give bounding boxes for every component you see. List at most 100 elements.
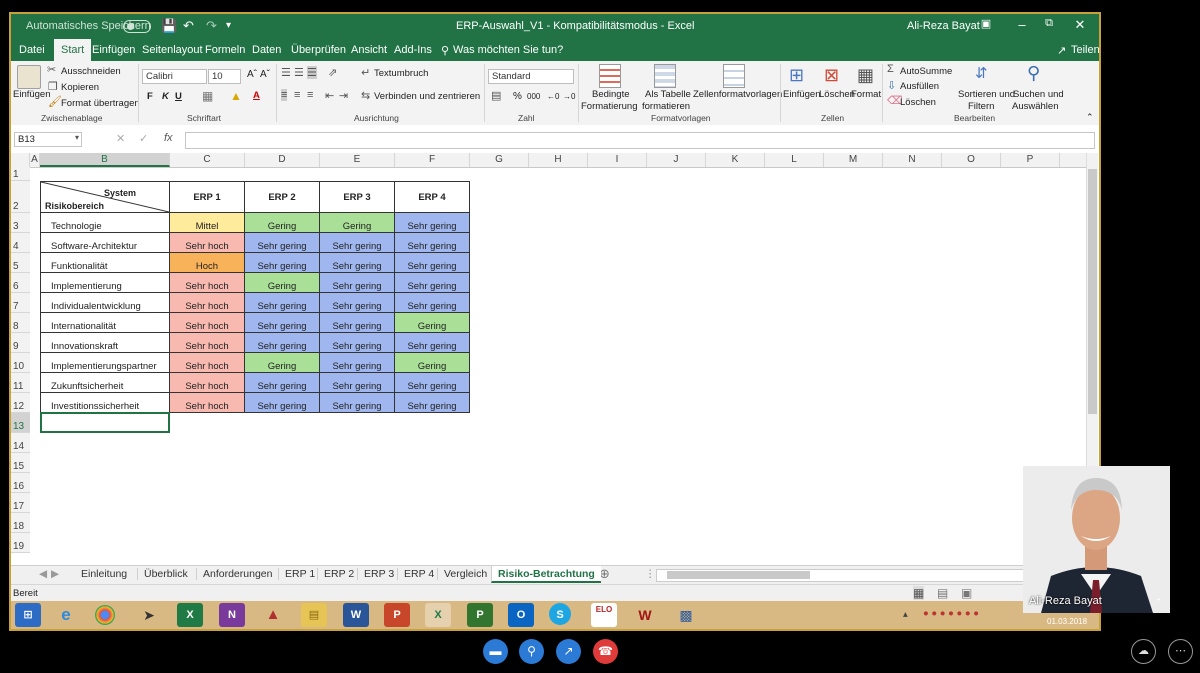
fill-button[interactable]: Ausfüllen bbox=[900, 81, 939, 92]
row-header-14[interactable]: 14 bbox=[11, 433, 30, 453]
find-select-icon[interactable]: ⚲ bbox=[1027, 63, 1040, 84]
risk-rating-cell[interactable]: Sehr gering bbox=[394, 372, 470, 393]
align-center-icon[interactable]: ≡ bbox=[294, 89, 300, 101]
tab-datei[interactable]: Datei bbox=[19, 44, 45, 56]
row-header-11[interactable]: 11 bbox=[11, 373, 30, 393]
risk-rating-cell[interactable]: Sehr hoch bbox=[169, 292, 245, 313]
tab-formeln[interactable]: Formeln bbox=[205, 44, 245, 56]
internet-explorer-icon[interactable]: e bbox=[53, 603, 79, 627]
microphone-button[interactable]: ⚲ bbox=[519, 639, 544, 664]
conditional-formatting-label-2[interactable]: Formatierung bbox=[581, 101, 638, 112]
sort-filter-label-1[interactable]: Sortieren und bbox=[958, 89, 1015, 100]
risk-rating-cell[interactable]: Sehr gering bbox=[244, 232, 320, 253]
sheet-tab-überblick[interactable]: Überblick bbox=[137, 568, 194, 580]
tray-overflow-icon[interactable]: ▴ bbox=[903, 609, 908, 620]
italic-button[interactable]: K bbox=[162, 91, 169, 102]
row-header-2[interactable]: 2 bbox=[11, 181, 30, 213]
column-header-o[interactable]: O bbox=[942, 153, 1001, 167]
risk-rating-cell[interactable]: Gering bbox=[319, 212, 395, 233]
risk-area-cell[interactable]: Investitionssicherheit bbox=[40, 392, 170, 413]
formula-input[interactable] bbox=[185, 132, 1095, 149]
fill-icon[interactable]: ⇩ bbox=[887, 79, 896, 92]
number-format-select[interactable]: Standard bbox=[488, 69, 574, 84]
column-header-g[interactable]: G bbox=[470, 153, 529, 167]
risk-area-cell[interactable]: Implementierungspartner bbox=[40, 352, 170, 373]
share-screen-button[interactable]: ↗ bbox=[556, 639, 581, 664]
tab-split-handle[interactable]: ⋮ bbox=[645, 568, 656, 580]
column-header-c[interactable]: C bbox=[170, 153, 245, 167]
risk-area-cell[interactable]: Funktionalität bbox=[40, 252, 170, 273]
decrease-indent-icon[interactable]: ⇤ bbox=[325, 89, 334, 102]
end-call-button[interactable]: ☎ bbox=[593, 639, 618, 664]
risk-rating-cell[interactable]: Sehr gering bbox=[319, 272, 395, 293]
row-header-4[interactable]: 4 bbox=[11, 233, 30, 253]
underline-button[interactable]: U bbox=[175, 91, 182, 102]
column-header-a[interactable]: A bbox=[30, 153, 40, 167]
outlook-icon[interactable]: O bbox=[508, 603, 534, 627]
participant-options-icon[interactable]: ⌃ bbox=[1155, 597, 1163, 608]
tab-einfuegen[interactable]: Einfügen bbox=[92, 44, 135, 56]
tab-ansicht[interactable]: Ansicht bbox=[351, 44, 387, 56]
font-color-icon[interactable]: A bbox=[253, 90, 260, 101]
sheet-tab-anforderungen[interactable]: Anforderungen bbox=[196, 568, 278, 580]
save-icon[interactable]: 💾 bbox=[161, 18, 177, 34]
column-header-i[interactable]: I bbox=[588, 153, 647, 167]
wrap-text-icon[interactable]: ↵ bbox=[361, 66, 370, 79]
selected-cell-b13[interactable] bbox=[40, 412, 170, 433]
adobe-icon[interactable]: W bbox=[632, 603, 658, 627]
risk-rating-cell[interactable]: Sehr gering bbox=[244, 372, 320, 393]
tab-seitenlayout[interactable]: Seitenlayout bbox=[142, 44, 203, 56]
cut-icon[interactable]: ✂ bbox=[47, 63, 56, 76]
borders-icon[interactable]: ▦ bbox=[202, 89, 213, 103]
risk-area-cell[interactable]: Individualentwicklung bbox=[40, 292, 170, 313]
merge-center-button[interactable]: Verbinden und zentrieren bbox=[374, 91, 480, 102]
normal-view-icon[interactable]: ▦ bbox=[913, 586, 925, 600]
camera-button[interactable]: ▬ bbox=[483, 639, 508, 664]
row-header-12[interactable]: 12 bbox=[11, 393, 30, 413]
column-header-m[interactable]: M bbox=[824, 153, 883, 167]
windows-start-icon[interactable]: ⊞ bbox=[15, 603, 41, 627]
percent-button[interactable]: % bbox=[513, 91, 522, 102]
row-header-5[interactable]: 5 bbox=[11, 253, 30, 273]
format-painter-button[interactable]: Format übertragen bbox=[61, 98, 140, 109]
risk-rating-cell[interactable]: Gering bbox=[244, 352, 320, 373]
row-header-10[interactable]: 10 bbox=[11, 353, 30, 373]
align-bottom-icon[interactable]: ☰ bbox=[307, 66, 317, 79]
find-select-label-2[interactable]: Auswählen bbox=[1012, 101, 1058, 112]
risk-rating-cell[interactable]: Sehr hoch bbox=[169, 372, 245, 393]
erp-header-cell[interactable]: ERP 3 bbox=[319, 181, 395, 213]
vertical-scroll-thumb[interactable] bbox=[1088, 169, 1097, 414]
row-header-13[interactable]: 13 bbox=[11, 413, 30, 433]
accounting-format-icon[interactable]: ▤ bbox=[491, 89, 501, 102]
restore-icon[interactable]: ⧉ bbox=[1038, 17, 1060, 30]
page-break-view-icon[interactable]: ▣ bbox=[961, 586, 972, 600]
copy-icon[interactable]: ❐ bbox=[48, 80, 58, 93]
file-explorer-icon[interactable]: ▤ bbox=[301, 603, 327, 627]
column-header-k[interactable]: K bbox=[706, 153, 765, 167]
risk-rating-cell[interactable]: Sehr gering bbox=[244, 332, 320, 353]
row-header-19[interactable]: 19 bbox=[11, 533, 30, 553]
tell-me-search[interactable]: Was möchten Sie tun? bbox=[453, 44, 563, 56]
risk-rating-cell[interactable]: Sehr gering bbox=[319, 252, 395, 273]
increase-decimal-icon[interactable]: ←0 bbox=[547, 92, 559, 101]
sort-filter-label-2[interactable]: Filtern bbox=[968, 101, 994, 112]
merge-center-icon[interactable]: ⇆ bbox=[361, 89, 370, 102]
excel-icon[interactable]: X bbox=[177, 603, 203, 627]
font-size-select[interactable]: 10 bbox=[208, 69, 241, 84]
format-cells-icon[interactable]: ▦ bbox=[857, 65, 874, 86]
onenote-icon[interactable]: N bbox=[219, 603, 245, 627]
risk-rating-cell[interactable]: Mittel bbox=[169, 212, 245, 233]
column-header-p[interactable]: P bbox=[1001, 153, 1060, 167]
customize-quick-access-icon[interactable]: ▾ bbox=[226, 20, 231, 31]
account-name[interactable]: Ali-Reza Bayat bbox=[907, 20, 980, 32]
risk-rating-cell[interactable]: Hoch bbox=[169, 252, 245, 273]
risk-rating-cell[interactable]: Sehr gering bbox=[394, 212, 470, 233]
call-options-icon[interactable]: ☁ bbox=[1131, 639, 1156, 664]
risk-rating-cell[interactable]: Sehr hoch bbox=[169, 352, 245, 373]
redo-icon[interactable]: ↷ bbox=[206, 18, 217, 34]
erp-header-cell[interactable]: ERP 4 bbox=[394, 181, 470, 213]
row-header-6[interactable]: 6 bbox=[11, 273, 30, 293]
risk-rating-cell[interactable]: Gering bbox=[244, 272, 320, 293]
select-all-corner[interactable] bbox=[11, 153, 30, 167]
risk-rating-cell[interactable]: Sehr gering bbox=[244, 312, 320, 333]
